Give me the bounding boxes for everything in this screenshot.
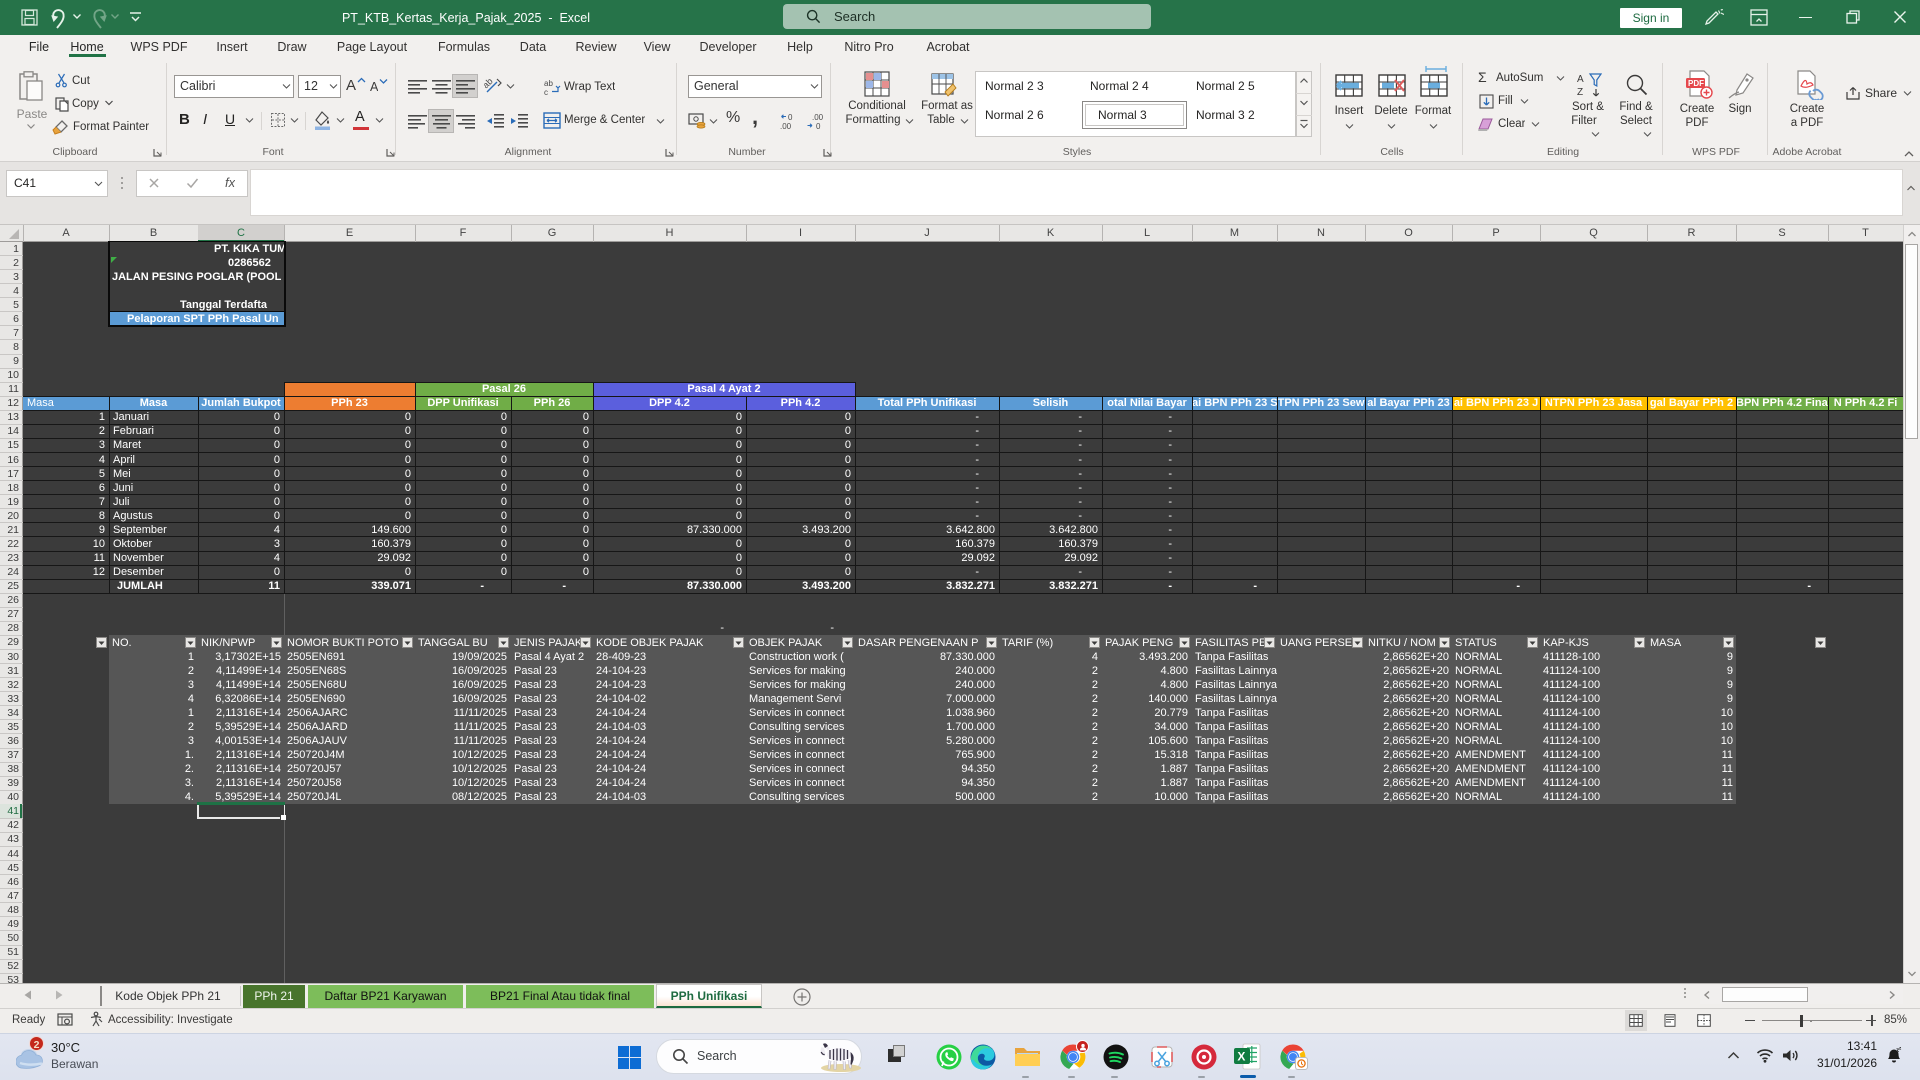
svg-text:z: z <box>1899 1046 1902 1051</box>
svg-text:c: c <box>544 88 548 96</box>
svg-text:X: X <box>1237 1050 1245 1064</box>
svg-text:Z: Z <box>1577 87 1583 98</box>
svg-text:A: A <box>1577 74 1584 85</box>
svg-text:0: 0 <box>788 113 793 122</box>
svg-text:PDF: PDF <box>1688 79 1704 88</box>
svg-text:0: 0 <box>816 122 821 130</box>
svg-text:ab: ab <box>484 76 495 90</box>
svg-text:ab: ab <box>544 79 553 88</box>
svg-text:.00: .00 <box>812 113 824 122</box>
svg-text:.00: .00 <box>780 122 792 130</box>
